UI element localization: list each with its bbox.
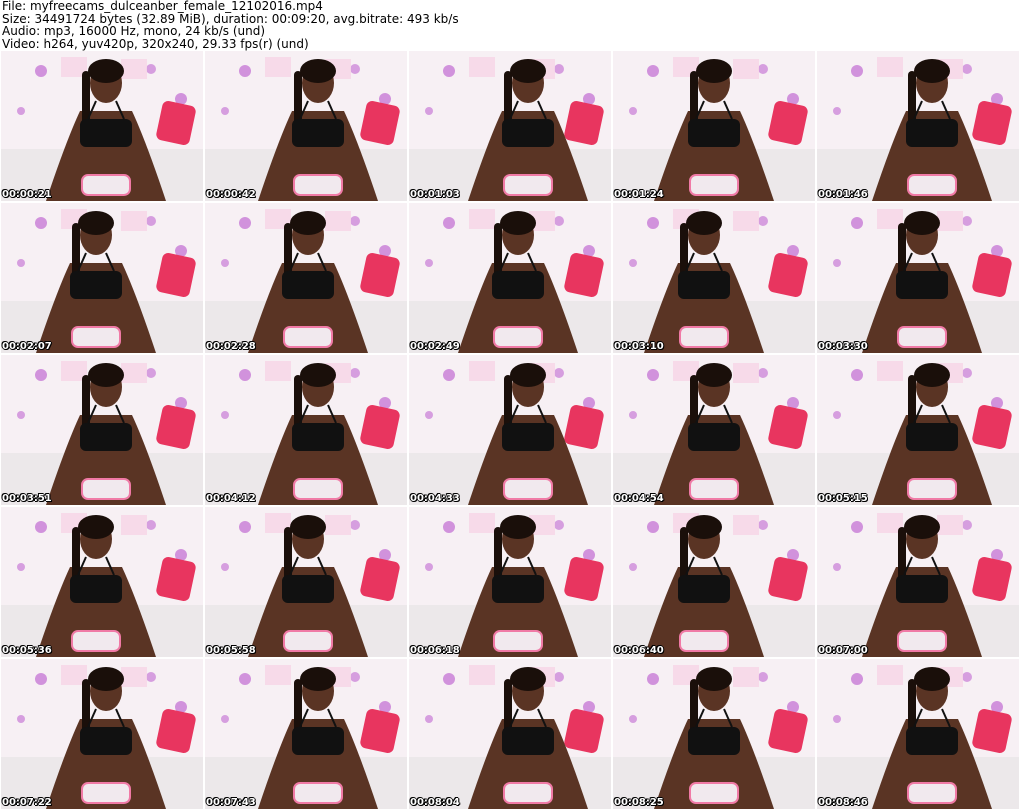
thumbnail-timestamp: 00:03:30 bbox=[818, 341, 868, 352]
contact-sheet: File: myfreecams_dulceanber_female_12102… bbox=[0, 0, 1024, 811]
thumbnail-timestamp: 00:00:42 bbox=[206, 189, 256, 200]
thumbnail-timestamp: 00:05:36 bbox=[2, 645, 52, 656]
frame-image bbox=[817, 507, 1019, 657]
thumbnail-timestamp: 00:01:24 bbox=[614, 189, 664, 200]
frame-image bbox=[205, 203, 407, 353]
frame-image bbox=[1, 355, 203, 505]
thumbnail-timestamp: 00:00:21 bbox=[2, 189, 52, 200]
video-thumbnail: 00:05:58 bbox=[205, 507, 407, 657]
thumbnail-timestamp: 00:08:25 bbox=[614, 797, 664, 808]
video-thumbnail: 00:07:43 bbox=[205, 659, 407, 809]
thumbnail-timestamp: 00:03:10 bbox=[614, 341, 664, 352]
video-thumbnail: 00:06:18 bbox=[409, 507, 611, 657]
thumbnail-timestamp: 00:02:28 bbox=[206, 341, 256, 352]
video-thumbnail: 00:06:40 bbox=[613, 507, 815, 657]
video-thumbnail: 00:07:00 bbox=[817, 507, 1019, 657]
video-thumbnail: 00:05:15 bbox=[817, 355, 1019, 505]
video-line: Video: h264, yuv420p, 320x240, 29.33 fps… bbox=[2, 36, 309, 51]
thumbnail-timestamp: 00:07:43 bbox=[206, 797, 256, 808]
thumbnail-timestamp: 00:04:33 bbox=[410, 493, 460, 504]
thumbnail-timestamp: 00:08:46 bbox=[818, 797, 868, 808]
thumbnail-timestamp: 00:06:18 bbox=[410, 645, 460, 656]
frame-image bbox=[1, 51, 203, 201]
frame-image bbox=[205, 507, 407, 657]
thumbnail-timestamp: 00:06:40 bbox=[614, 645, 664, 656]
video-thumbnail: 00:08:25 bbox=[613, 659, 815, 809]
frame-image bbox=[613, 507, 815, 657]
thumbnail-timestamp: 00:02:49 bbox=[410, 341, 460, 352]
video-thumbnail: 00:04:54 bbox=[613, 355, 815, 505]
frame-image bbox=[613, 659, 815, 809]
video-thumbnail: 00:00:21 bbox=[1, 51, 203, 201]
thumbnail-timestamp: 00:01:03 bbox=[410, 189, 460, 200]
frame-image bbox=[205, 659, 407, 809]
video-thumbnail: 00:01:46 bbox=[817, 51, 1019, 201]
frame-image bbox=[817, 659, 1019, 809]
frame-image bbox=[1, 507, 203, 657]
frame-image bbox=[409, 659, 611, 809]
frame-image bbox=[817, 203, 1019, 353]
frame-image bbox=[1, 203, 203, 353]
thumbnail-timestamp: 00:08:04 bbox=[410, 797, 460, 808]
video-thumbnail: 00:03:30 bbox=[817, 203, 1019, 353]
frame-image bbox=[817, 355, 1019, 505]
frame-image bbox=[613, 51, 815, 201]
thumbnail-timestamp: 00:05:15 bbox=[818, 493, 868, 504]
thumbnail-timestamp: 00:04:54 bbox=[614, 493, 664, 504]
thumbnail-timestamp: 00:02:07 bbox=[2, 341, 52, 352]
thumbnail-grid: 00:00:21 00:00:42 00:01:03 00:01:24 00:01:46… bbox=[0, 51, 1024, 811]
video-thumbnail: 00:00:42 bbox=[205, 51, 407, 201]
frame-image bbox=[205, 51, 407, 201]
video-thumbnail: 00:04:33 bbox=[409, 355, 611, 505]
thumbnail-timestamp: 00:05:58 bbox=[206, 645, 256, 656]
thumbnail-timestamp: 00:03:51 bbox=[2, 493, 52, 504]
frame-image bbox=[409, 51, 611, 201]
frame-image bbox=[409, 355, 611, 505]
frame-image bbox=[1, 659, 203, 809]
thumbnail-timestamp: 00:07:00 bbox=[818, 645, 868, 656]
video-thumbnail: 00:01:03 bbox=[409, 51, 611, 201]
thumbnail-timestamp: 00:04:12 bbox=[206, 493, 256, 504]
video-thumbnail: 00:02:28 bbox=[205, 203, 407, 353]
video-thumbnail: 00:03:10 bbox=[613, 203, 815, 353]
frame-image bbox=[409, 203, 611, 353]
video-thumbnail: 00:02:07 bbox=[1, 203, 203, 353]
frame-image bbox=[409, 507, 611, 657]
frame-image bbox=[205, 355, 407, 505]
thumbnail-timestamp: 00:01:46 bbox=[818, 189, 868, 200]
thumbnail-timestamp: 00:07:22 bbox=[2, 797, 52, 808]
frame-image bbox=[817, 51, 1019, 201]
video-thumbnail: 00:08:46 bbox=[817, 659, 1019, 809]
video-thumbnail: 00:05:36 bbox=[1, 507, 203, 657]
video-thumbnail: 00:07:22 bbox=[1, 659, 203, 809]
video-thumbnail: 00:04:12 bbox=[205, 355, 407, 505]
file-info-header: File: myfreecams_dulceanber_female_12102… bbox=[2, 0, 1020, 50]
video-thumbnail: 00:01:24 bbox=[613, 51, 815, 201]
frame-image bbox=[613, 355, 815, 505]
video-thumbnail: 00:08:04 bbox=[409, 659, 611, 809]
frame-image bbox=[613, 203, 815, 353]
video-thumbnail: 00:02:49 bbox=[409, 203, 611, 353]
video-thumbnail: 00:03:51 bbox=[1, 355, 203, 505]
